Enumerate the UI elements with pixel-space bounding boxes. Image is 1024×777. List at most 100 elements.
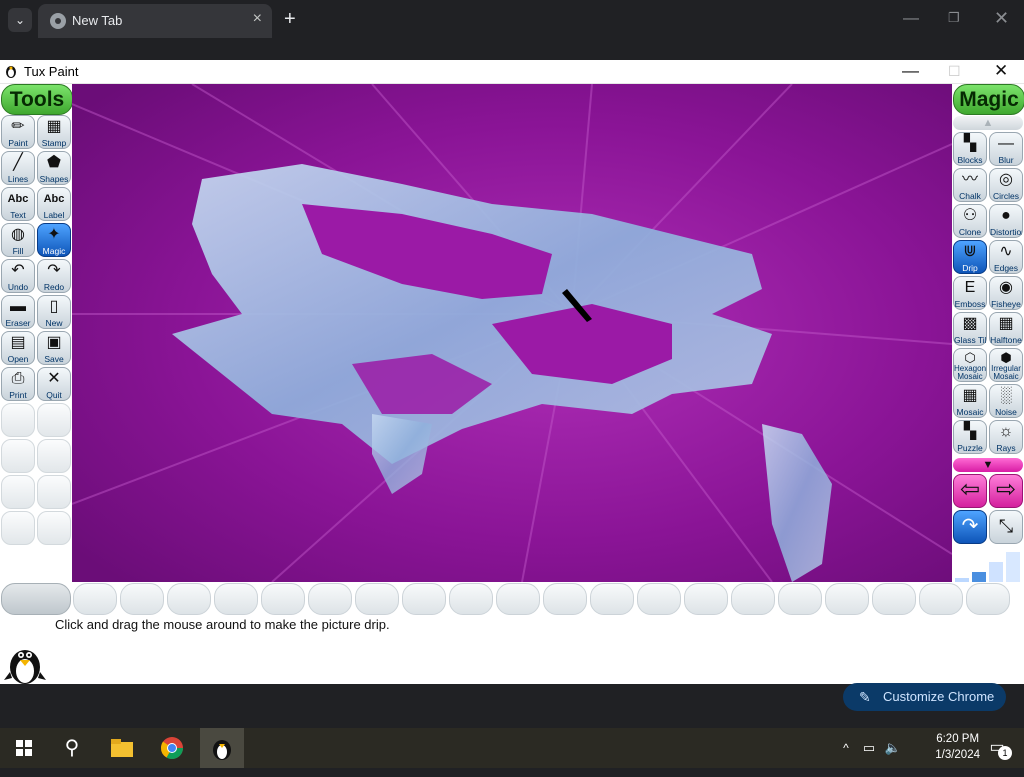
tool-shapes[interactable]: ⬟ Shapes [37, 151, 71, 185]
palette-slot[interactable] [449, 583, 493, 615]
magic-scroll-up-icon[interactable]: ▲ [953, 116, 1023, 130]
chevron-up-icon[interactable]: ^ [836, 728, 856, 768]
palette-slot[interactable] [1, 583, 71, 615]
palette-slot[interactable] [778, 583, 822, 615]
magic-emboss[interactable]: E Emboss [953, 276, 987, 310]
fullscreen-mode-icon[interactable]: ⤡ [989, 510, 1023, 544]
magic-noise[interactable]: ░ Noise [989, 384, 1023, 418]
magic-fisheye[interactable]: ◉ Fisheye [989, 276, 1023, 310]
magic-scroll-down-icon[interactable]: ▼ [953, 458, 1023, 472]
maximize-icon[interactable]: ☐ [948, 63, 961, 80]
palette-slot[interactable] [919, 583, 963, 615]
tool-undo[interactable]: ↶ Undo [1, 259, 35, 293]
tool-text[interactable]: Abc Text [1, 187, 35, 221]
drip-icon: ⋓ [963, 243, 977, 260]
magic-circles[interactable]: ◎ Circles [989, 168, 1023, 202]
mosaic-icon: ▦ [962, 387, 978, 404]
palette-slot[interactable] [120, 583, 164, 615]
magic-label: Rays [996, 443, 1016, 453]
palette-slot[interactable] [637, 583, 681, 615]
network-icon[interactable]: ▭ [858, 728, 880, 768]
magic-rays[interactable]: ☼ Rays [989, 420, 1023, 454]
fisheye-icon: ◉ [999, 279, 1013, 296]
notifications-icon[interactable]: ▭ 1 [982, 728, 1012, 768]
tool-fill[interactable]: ◍ Fill [1, 223, 35, 257]
palette-slot[interactable] [825, 583, 869, 615]
magic-label: Halftone [990, 335, 1022, 345]
palette-slot[interactable] [731, 583, 775, 615]
clock[interactable]: 6:20 PM 1/3/2024 [935, 731, 980, 763]
tool-save[interactable]: ▣ Save [37, 331, 71, 365]
customize-chrome-button[interactable]: ✎ Customize Chrome [843, 683, 1006, 711]
magic-chalk[interactable]: 〰 Chalk [953, 168, 987, 202]
tool-label: Shapes [39, 174, 69, 184]
palette-slot[interactable] [261, 583, 305, 615]
blur-icon: — [998, 135, 1014, 152]
palette-slot[interactable] [402, 583, 446, 615]
tool-eraser[interactable]: ▬ Eraser [1, 295, 35, 329]
eraser-icon: ▬ [10, 298, 26, 315]
new-tab-icon[interactable]: + [284, 8, 296, 31]
noise-icon: ░ [1000, 387, 1012, 404]
chrome-icon[interactable] [152, 728, 192, 768]
palette-slot[interactable] [73, 583, 117, 615]
tool-paint[interactable]: ✏ Paint [1, 115, 35, 149]
close-window-icon[interactable]: ✕ [994, 8, 1009, 29]
minimize-icon[interactable]: — [903, 10, 919, 28]
tool-quit[interactable]: ✕ Quit [37, 367, 71, 401]
magic-puzzle[interactable]: ▚ Puzzle [953, 420, 987, 454]
tool-lines[interactable]: ╱ Lines [1, 151, 35, 185]
palette-slot[interactable] [966, 583, 1010, 615]
magic-label: Puzzle [957, 443, 983, 453]
palette-slot[interactable] [214, 583, 258, 615]
brush-size-icon[interactable] [953, 548, 1023, 582]
magic-clone[interactable]: ⚇ Clone [953, 204, 987, 238]
palette-slot[interactable] [308, 583, 352, 615]
chrome-tab[interactable]: New Tab × [38, 4, 272, 38]
chalk-icon: 〰 [961, 171, 978, 188]
halftone-icon: ▦ [998, 315, 1014, 332]
magic-blur[interactable]: — Blur [989, 132, 1023, 166]
magic-irregular-mosaic[interactable]: ⬢ Irregular Mosaic [989, 348, 1023, 382]
tool-redo[interactable]: ↷ Redo [37, 259, 71, 293]
file-explorer-icon[interactable] [102, 728, 142, 768]
tool-open[interactable]: ▤ Open [1, 331, 35, 365]
fill-icon: ◍ [11, 226, 25, 243]
close-tab-icon[interactable]: × [253, 10, 262, 28]
magic-mosaic[interactable]: ▦ Mosaic [953, 384, 987, 418]
palette-slot[interactable] [167, 583, 211, 615]
search-icon[interactable]: ⚲ [52, 728, 92, 768]
palette-slot[interactable] [872, 583, 916, 615]
tool-print[interactable]: ⎙ Print [1, 367, 35, 401]
start-windows-icon[interactable] [4, 728, 44, 768]
tools-header: Tools [1, 84, 73, 115]
magic-label: Distortion [990, 227, 1022, 237]
magic-hexagon-mosaic[interactable]: ⬡ Hexagon Mosaic [953, 348, 987, 382]
tool-stamp[interactable]: ▦ Stamp [37, 115, 71, 149]
palette-slot[interactable] [496, 583, 540, 615]
next-icon[interactable]: ⇨ [989, 474, 1023, 508]
palette-slot[interactable] [590, 583, 634, 615]
glass-tile-icon: ▩ [962, 315, 978, 332]
minimize-icon[interactable]: — [902, 61, 919, 81]
volume-muted-icon[interactable]: 🔈 [882, 728, 904, 768]
magic-halftone[interactable]: ▦ Halftone [989, 312, 1023, 346]
palette-slot[interactable] [355, 583, 399, 615]
tux-paint-taskbar-icon[interactable] [200, 728, 244, 768]
magic-glass-tile[interactable]: ▩ Glass Tile [953, 312, 987, 346]
magic-drip[interactable]: ⋓ Drip [953, 240, 987, 274]
magic-blocks[interactable]: ▚ Blocks [953, 132, 987, 166]
previous-icon[interactable]: ⇦ [953, 474, 987, 508]
restore-icon[interactable]: ❐ [948, 10, 960, 26]
tool-magic[interactable]: ✦ Magic [37, 223, 71, 257]
tab-search-icon[interactable]: ⌄ [8, 8, 32, 32]
magic-distortion[interactable]: ● Distortion [989, 204, 1023, 238]
drawing-canvas[interactable] [72, 84, 952, 582]
palette-slot[interactable] [543, 583, 587, 615]
magic-edges[interactable]: ∿ Edges [989, 240, 1023, 274]
paint-mode-icon[interactable]: ↷ [953, 510, 987, 544]
close-icon[interactable]: ✕ [994, 61, 1008, 81]
tool-new[interactable]: ▯ New [37, 295, 71, 329]
tool-label[interactable]: Abc Label [37, 187, 71, 221]
palette-slot[interactable] [684, 583, 728, 615]
